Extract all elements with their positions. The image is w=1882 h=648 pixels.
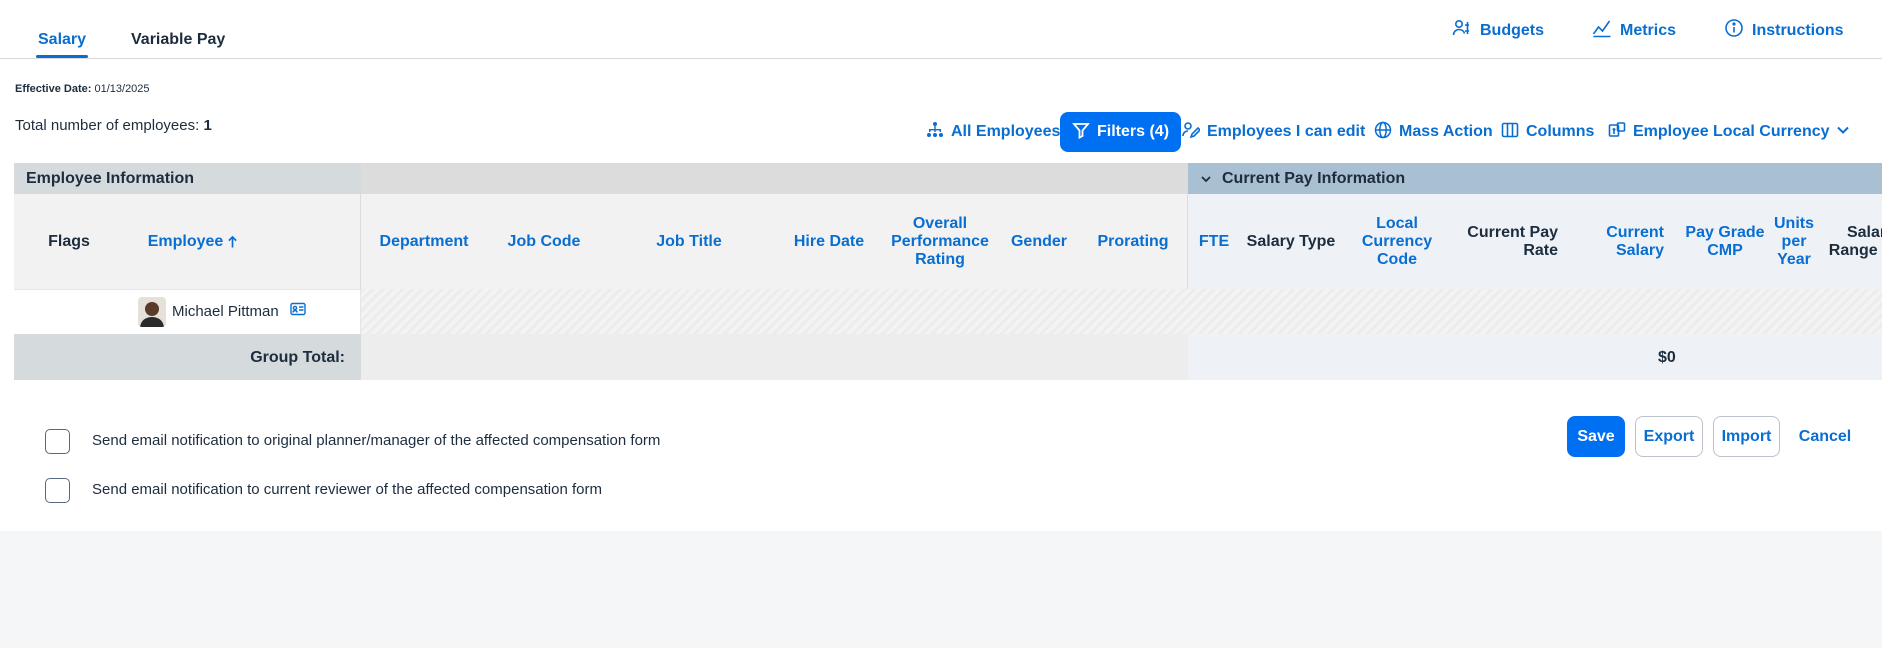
effective-date-label: Effective Date: [15,83,92,95]
metrics-label: Metrics [1620,21,1677,39]
col-department[interactable]: Department [369,194,479,289]
columns-icon [1501,121,1519,144]
mass-action-label: Mass Action [1399,123,1493,140]
import-button[interactable]: Import [1713,416,1780,457]
columns-label: Columns [1526,123,1595,140]
filter-icon [1072,121,1090,144]
effective-date: Effective Date: 01/13/2025 [15,83,150,95]
sort-ascending-icon [227,235,238,249]
compensation-grid: Employee Information Current Pay Informa… [14,163,1882,380]
chevron-down-icon[interactable] [1200,173,1212,185]
group-total-label-cell: Group Total: [14,334,361,380]
metrics-icon [1592,18,1612,43]
all-employees-label: All Employees [951,123,1061,140]
total-employees-value: 1 [203,117,212,134]
mass-action-button[interactable]: Mass Action [1374,112,1493,152]
col-prorating[interactable]: Prorating [1083,194,1183,289]
col-current-salary[interactable]: Current Salary [1584,194,1664,289]
col-flags[interactable]: Flags [34,194,104,289]
notify-current-reviewer-label: Send email notification to current revie… [92,481,602,498]
effective-date-value: 01/13/2025 [94,83,150,95]
col-fte[interactable]: FTE [1184,194,1244,289]
col-current-pay-rate[interactable]: Current Pay Rate [1448,194,1558,289]
col-employee[interactable]: Employee [138,194,248,289]
currency-icon [1608,121,1626,144]
col-pay-grade-cmp[interactable]: Pay Grade CMP [1680,194,1770,289]
avatar [138,297,166,327]
col-local-currency-code[interactable]: Local Currency Code [1352,194,1442,289]
chevron-down-icon [1834,121,1852,144]
hierarchy-icon [926,121,944,144]
row-readonly-cells [361,289,1882,334]
globe-icon [1374,121,1392,144]
filters-label: Filters (4) [1097,123,1170,140]
col-job-code[interactable]: Job Code [489,194,599,289]
edit-person-icon [1182,121,1202,144]
filters-button[interactable]: Filters (4) [1060,112,1182,152]
notify-original-planner-label: Send email notification to original plan… [92,432,661,449]
more-toolbar-button[interactable] [1834,112,1852,152]
table-row: Michael Pittman [14,289,361,334]
total-employees-label: Total number of employees: [15,117,200,134]
group-total-label: Group Total: [250,349,345,366]
col-units-per-year[interactable]: Units per Year [1770,194,1818,289]
group-total-pay: $0 [1188,334,1882,380]
employees-i-can-edit-label: Employees I can edit [1207,123,1366,140]
all-employees-button[interactable]: All Employees [926,112,1060,152]
tab-salary[interactable]: Salary [35,31,89,58]
metrics-link[interactable]: Metrics [1592,18,1676,43]
save-button[interactable]: Save [1567,416,1625,457]
employees-i-can-edit-button[interactable]: Employees I can edit [1182,112,1365,152]
col-hire-date[interactable]: Hire Date [774,194,884,289]
col-overall-performance-rating[interactable]: Overall Performance Rating [880,194,1000,289]
col-employee-label: Employee [147,232,224,250]
total-employees: Total number of employees: 1 [15,117,212,134]
col-salary-range-max[interactable]: Salary Range Max [1826,194,1882,289]
info-icon [1724,18,1744,43]
notify-current-reviewer-checkbox[interactable] [45,478,70,503]
columns-button[interactable]: Columns [1501,112,1594,152]
band-current-pay-information-label: Current Pay Information [1222,169,1406,187]
budgets-label: Budgets [1480,21,1544,39]
col-salary-type[interactable]: Salary Type [1236,194,1346,289]
col-gender[interactable]: Gender [994,194,1084,289]
cancel-button[interactable]: Cancel [1792,416,1858,457]
export-button[interactable]: Export [1635,416,1703,457]
instructions-label: Instructions [1752,21,1844,39]
instructions-link[interactable]: Instructions [1724,18,1844,43]
band-employee-information: Employee Information [14,163,361,194]
group-total-current-salary: $0 [1658,349,1676,366]
budgets-icon [1452,18,1472,43]
employee-local-currency-label: Employee Local Currency [1633,123,1830,140]
band-current-pay-information[interactable]: Current Pay Information [1188,163,1882,194]
employee-card-icon[interactable] [290,302,306,321]
tab-bar: Salary Variable Pay Budgets Metrics Inst… [0,0,1882,59]
band-unnamed [361,163,1188,194]
col-job-title[interactable]: Job Title [634,194,744,289]
group-total-middle [361,334,1188,380]
notify-original-planner-checkbox[interactable] [45,429,70,454]
employee-name[interactable]: Michael Pittman [172,303,279,320]
band-employee-information-label: Employee Information [26,169,195,187]
employee-local-currency-button[interactable]: Employee Local Currency [1608,112,1830,152]
tab-variable-pay[interactable]: Variable Pay [131,31,225,49]
budgets-link[interactable]: Budgets [1452,18,1544,43]
